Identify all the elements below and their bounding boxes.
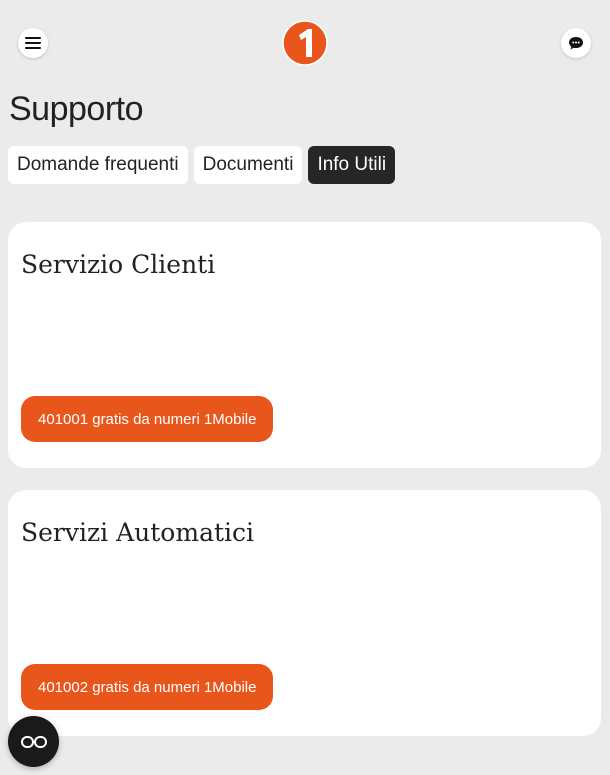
chat-bubble-icon	[569, 36, 583, 49]
call-401001-button[interactable]: 401001 gratis da numeri 1Mobile	[21, 396, 274, 442]
support-tabs: Domande frequenti Documenti Info Utili	[8, 146, 396, 184]
page-title: Supporto	[9, 90, 144, 128]
tab-domande-frequenti[interactable]: Domande frequenti	[8, 146, 188, 184]
tab-documenti[interactable]: Documenti	[193, 146, 303, 184]
card-title: Servizi Automatici	[21, 518, 255, 547]
brand-logo[interactable]	[282, 20, 328, 66]
card-title: Servizio Clienti	[21, 250, 216, 279]
call-401002-button[interactable]: 401002 gratis da numeri 1Mobile	[21, 664, 274, 710]
hamburger-menu-icon	[25, 37, 41, 49]
accessibility-button[interactable]	[8, 716, 59, 767]
servizi-automatici-card: Servizi Automatici 401002 gratis da nume…	[8, 490, 601, 736]
menu-button[interactable]	[18, 28, 48, 58]
servizio-clienti-card: Servizio Clienti 401001 gratis da numeri…	[8, 222, 601, 468]
glasses-accessibility-icon	[20, 735, 47, 748]
tab-info-utili[interactable]: Info Utili	[308, 146, 396, 184]
brand-logo-1-icon	[282, 20, 328, 66]
chat-button[interactable]	[561, 28, 591, 58]
top-bar	[0, 0, 610, 86]
